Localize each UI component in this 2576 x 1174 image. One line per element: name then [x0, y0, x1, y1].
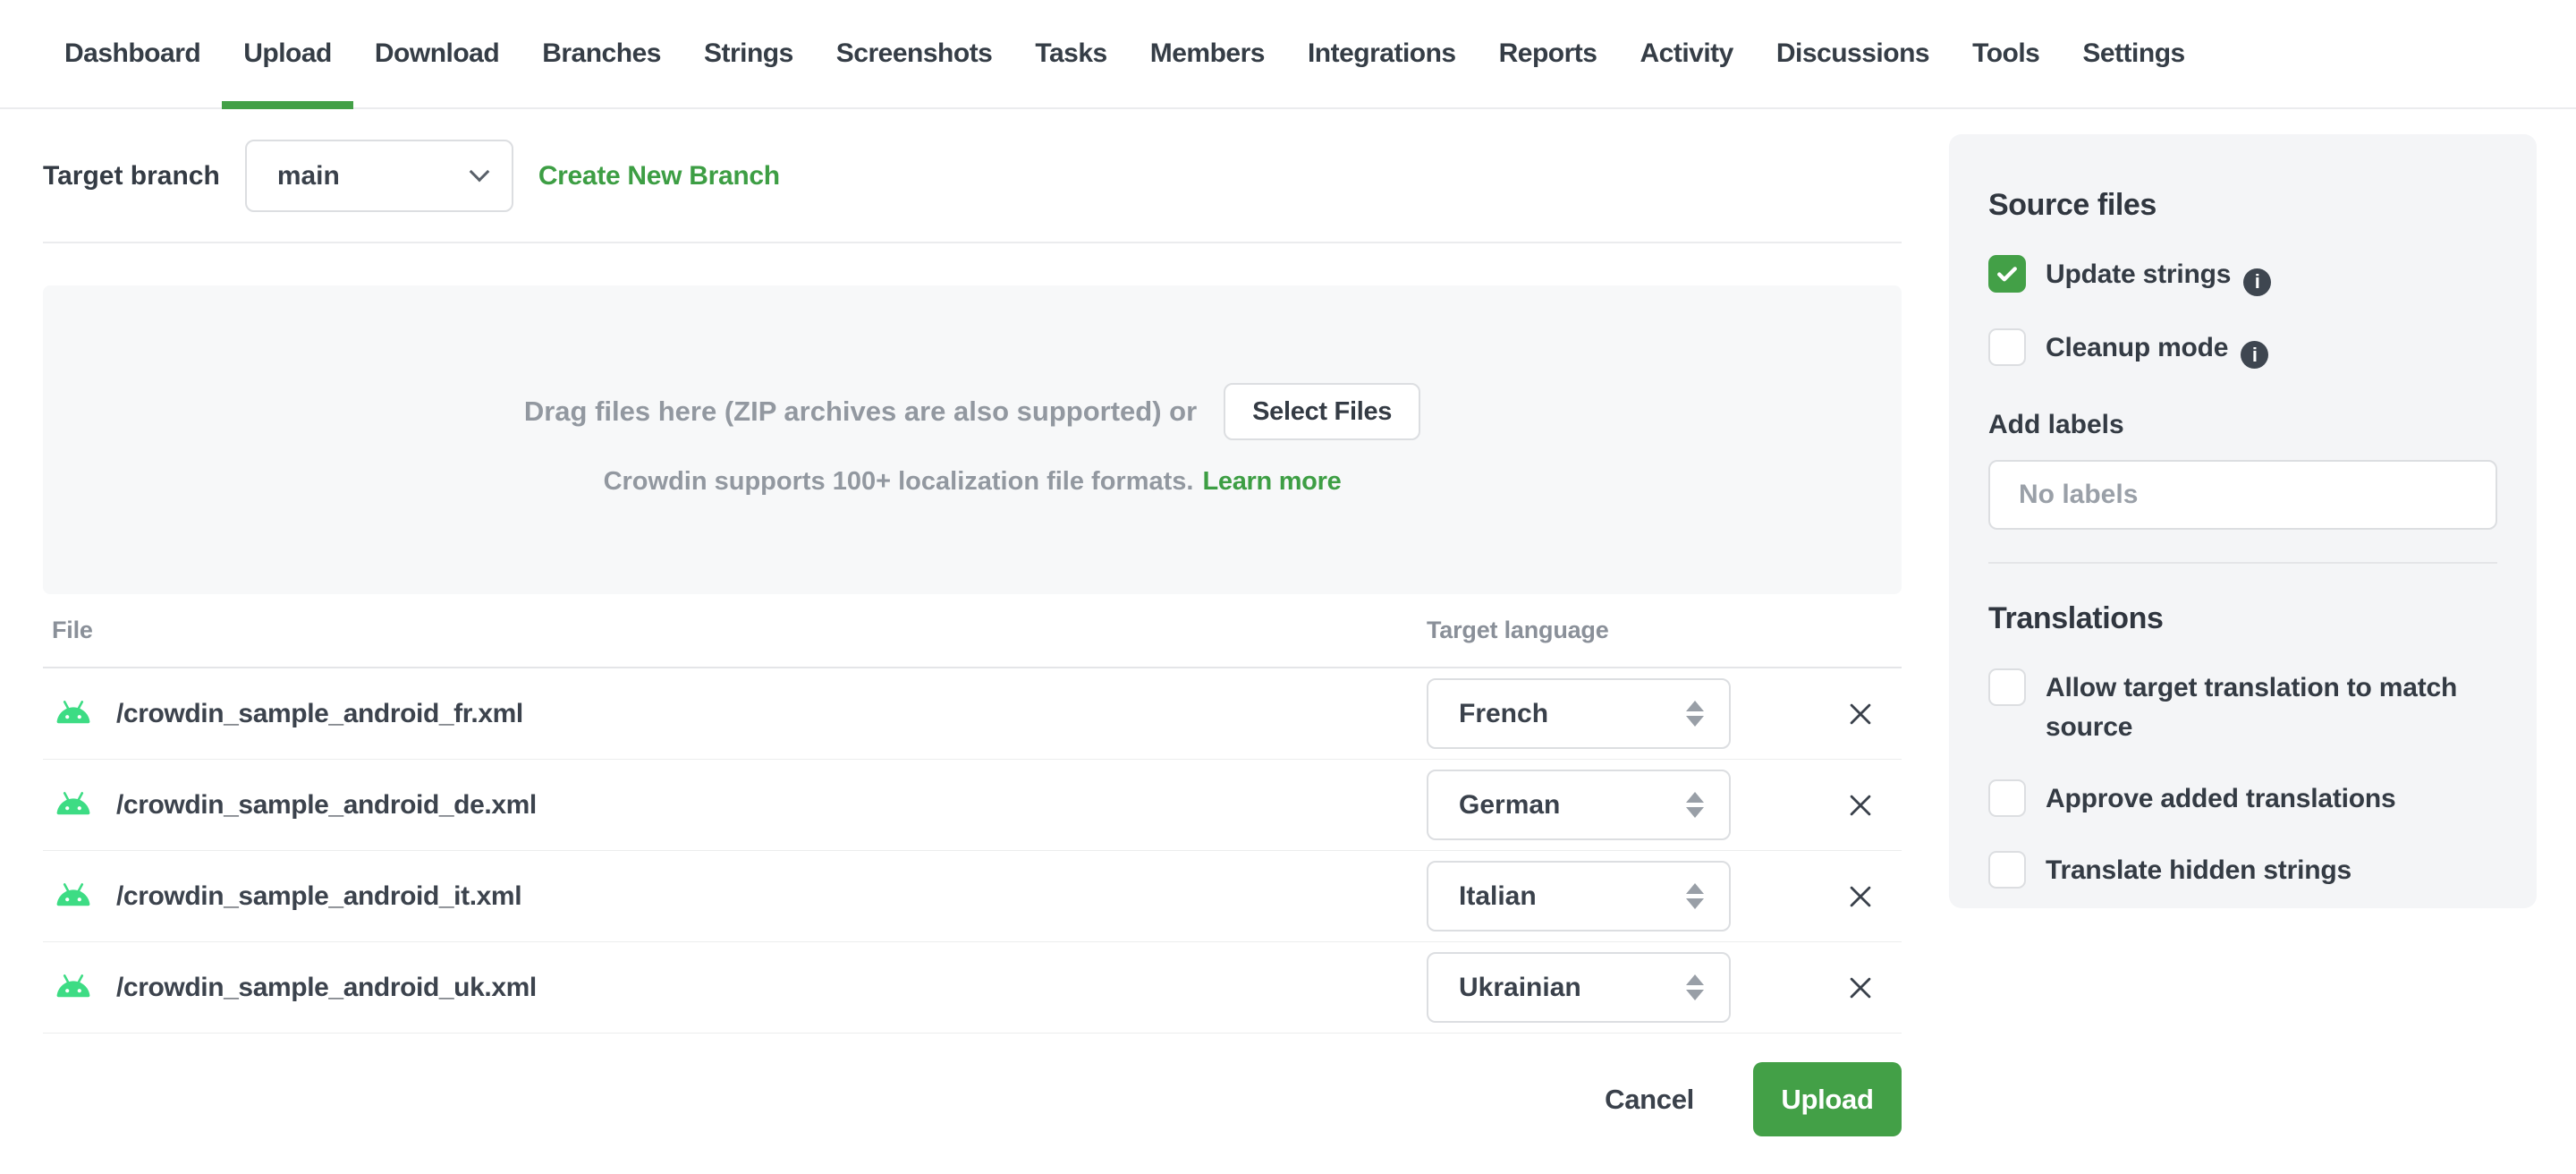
learn-more-link[interactable]: Learn more — [1202, 467, 1341, 496]
nav-tab-tasks[interactable]: Tasks — [1013, 0, 1128, 107]
select-files-button[interactable]: Select Files — [1224, 383, 1421, 440]
nav-tab-dashboard[interactable]: Dashboard — [43, 0, 222, 107]
nav-tab-settings[interactable]: Settings — [2061, 0, 2206, 107]
info-icon[interactable]: i — [2243, 268, 2272, 296]
file-table-body: /crowdin_sample_android_fr.xml French /c… — [43, 668, 1902, 1034]
checkbox-row: Update strings i — [1988, 255, 2497, 296]
cancel-button[interactable]: Cancel — [1605, 1084, 1694, 1116]
upload-button[interactable]: Upload — [1753, 1062, 1902, 1136]
file-row: /crowdin_sample_android_de.xml German — [43, 760, 1902, 851]
approve-added-translations-label: Approve added translations — [2046, 784, 2396, 813]
sidebar-divider — [1988, 562, 2497, 564]
file-row: /crowdin_sample_android_uk.xml Ukrainian — [43, 942, 1902, 1034]
target-language-column-header: Target language — [1427, 617, 1609, 643]
add-labels-label: Add labels — [1988, 410, 2124, 439]
labels-input[interactable] — [1988, 460, 2497, 530]
up-down-arrows-icon — [1686, 883, 1704, 909]
upload-options-sidebar: Source files Update strings i Cleanup mod… — [1949, 134, 2537, 908]
up-down-arrows-icon — [1686, 701, 1704, 727]
checkbox-row: Allow target translation to match source — [1988, 668, 2497, 747]
target-language-value: German — [1459, 789, 1561, 820]
chevron-down-icon — [469, 161, 490, 182]
target-language-value: Ukrainian — [1459, 972, 1581, 1002]
target-branch-label: Target branch — [43, 160, 220, 191]
x-icon — [1850, 703, 1871, 724]
create-new-branch-link[interactable]: Create New Branch — [538, 161, 780, 191]
source-files-heading: Source files — [1988, 188, 2157, 222]
x-icon — [1850, 795, 1871, 815]
nav-tab-tools[interactable]: Tools — [1951, 0, 2061, 107]
nav-tab-screenshots[interactable]: Screenshots — [815, 0, 1014, 107]
approve-added-translations-checkbox[interactable] — [1988, 779, 2026, 817]
target-language-value: French — [1459, 698, 1549, 728]
file-table-header: File Target language — [43, 594, 1902, 668]
file-name: /crowdin_sample_android_de.xml — [116, 789, 537, 820]
nav-tab-activity[interactable]: Activity — [1618, 0, 1754, 107]
cleanup-mode-checkbox[interactable] — [1988, 328, 2026, 366]
top-nav: Dashboard Upload Download Branches Strings Sc… — [0, 0, 2576, 109]
x-icon — [1850, 977, 1871, 998]
translations-heading: Translations — [1988, 601, 2164, 635]
nav-tab-integrations[interactable]: Integrations — [1286, 0, 1478, 107]
file-name: /crowdin_sample_android_it.xml — [116, 880, 522, 911]
android-robot-icon — [52, 789, 95, 821]
target-language-value: Italian — [1459, 880, 1537, 911]
remove-file-button[interactable] — [1832, 685, 1889, 743]
checkbox-row: Translate hidden strings — [1988, 851, 2497, 890]
file-row: /crowdin_sample_android_fr.xml French — [43, 668, 1902, 760]
nav-tab-upload[interactable]: Upload — [222, 0, 353, 109]
update-strings-label: Update strings i — [2046, 255, 2272, 296]
target-language-select[interactable]: French — [1427, 678, 1731, 749]
android-robot-icon — [52, 880, 95, 913]
target-language-select[interactable]: Italian — [1427, 861, 1731, 932]
remove-file-button[interactable] — [1832, 777, 1889, 834]
target-language-select[interactable]: Ukrainian — [1427, 952, 1731, 1023]
nav-tab-download[interactable]: Download — [353, 0, 521, 107]
checkbox-row: Approve added translations — [1988, 779, 2497, 819]
checkbox-row: Cleanup mode i — [1988, 328, 2497, 369]
target-branch-value: main — [276, 160, 340, 191]
allow-target-translation-to-match-source-label: Allow target translation to match source — [2046, 673, 2458, 742]
file-name: /crowdin_sample_android_uk.xml — [116, 972, 537, 1002]
file-name: /crowdin_sample_android_fr.xml — [116, 698, 523, 728]
android-robot-icon — [52, 972, 95, 1004]
allow-target-translation-to-match-source-checkbox[interactable] — [1988, 668, 2026, 706]
file-dropzone[interactable]: Drag files here (ZIP archives are also s… — [43, 285, 1902, 594]
upload-footer: Cancel Upload — [43, 1062, 1902, 1136]
update-strings-checkbox[interactable] — [1988, 255, 2026, 293]
nav-tab-strings[interactable]: Strings — [682, 0, 815, 107]
target-language-select[interactable]: German — [1427, 770, 1731, 840]
nav-tab-reports[interactable]: Reports — [1478, 0, 1619, 107]
file-column-header: File — [52, 617, 93, 643]
x-icon — [1850, 886, 1871, 906]
cleanup-mode-label: Cleanup mode i — [2046, 328, 2269, 369]
drag-files-text: Drag files here (ZIP archives are also s… — [523, 396, 1198, 427]
file-row: /crowdin_sample_android_it.xml Italian — [43, 851, 1902, 942]
section-divider — [43, 242, 1902, 243]
nav-tab-discussions[interactable]: Discussions — [1755, 0, 1951, 107]
remove-file-button[interactable] — [1832, 868, 1889, 925]
nav-tab-members[interactable]: Members — [1129, 0, 1286, 107]
up-down-arrows-icon — [1686, 792, 1704, 818]
info-icon[interactable]: i — [2241, 341, 2269, 369]
main-content: Target branch main Create New Branch Dra… — [43, 109, 1902, 1136]
target-branch-row: Target branch main Create New Branch — [43, 140, 1902, 212]
nav-tab-branches[interactable]: Branches — [521, 0, 682, 107]
translate-hidden-strings-label: Translate hidden strings — [2046, 855, 2351, 885]
target-branch-select[interactable]: main — [244, 140, 513, 212]
supported-formats-text: Crowdin supports 100+ localization file … — [603, 467, 1194, 496]
translate-hidden-strings-checkbox[interactable] — [1988, 851, 2026, 889]
android-robot-icon — [52, 698, 95, 730]
checkmark-icon — [1997, 267, 2017, 282]
up-down-arrows-icon — [1686, 974, 1704, 1000]
remove-file-button[interactable] — [1832, 959, 1889, 1017]
